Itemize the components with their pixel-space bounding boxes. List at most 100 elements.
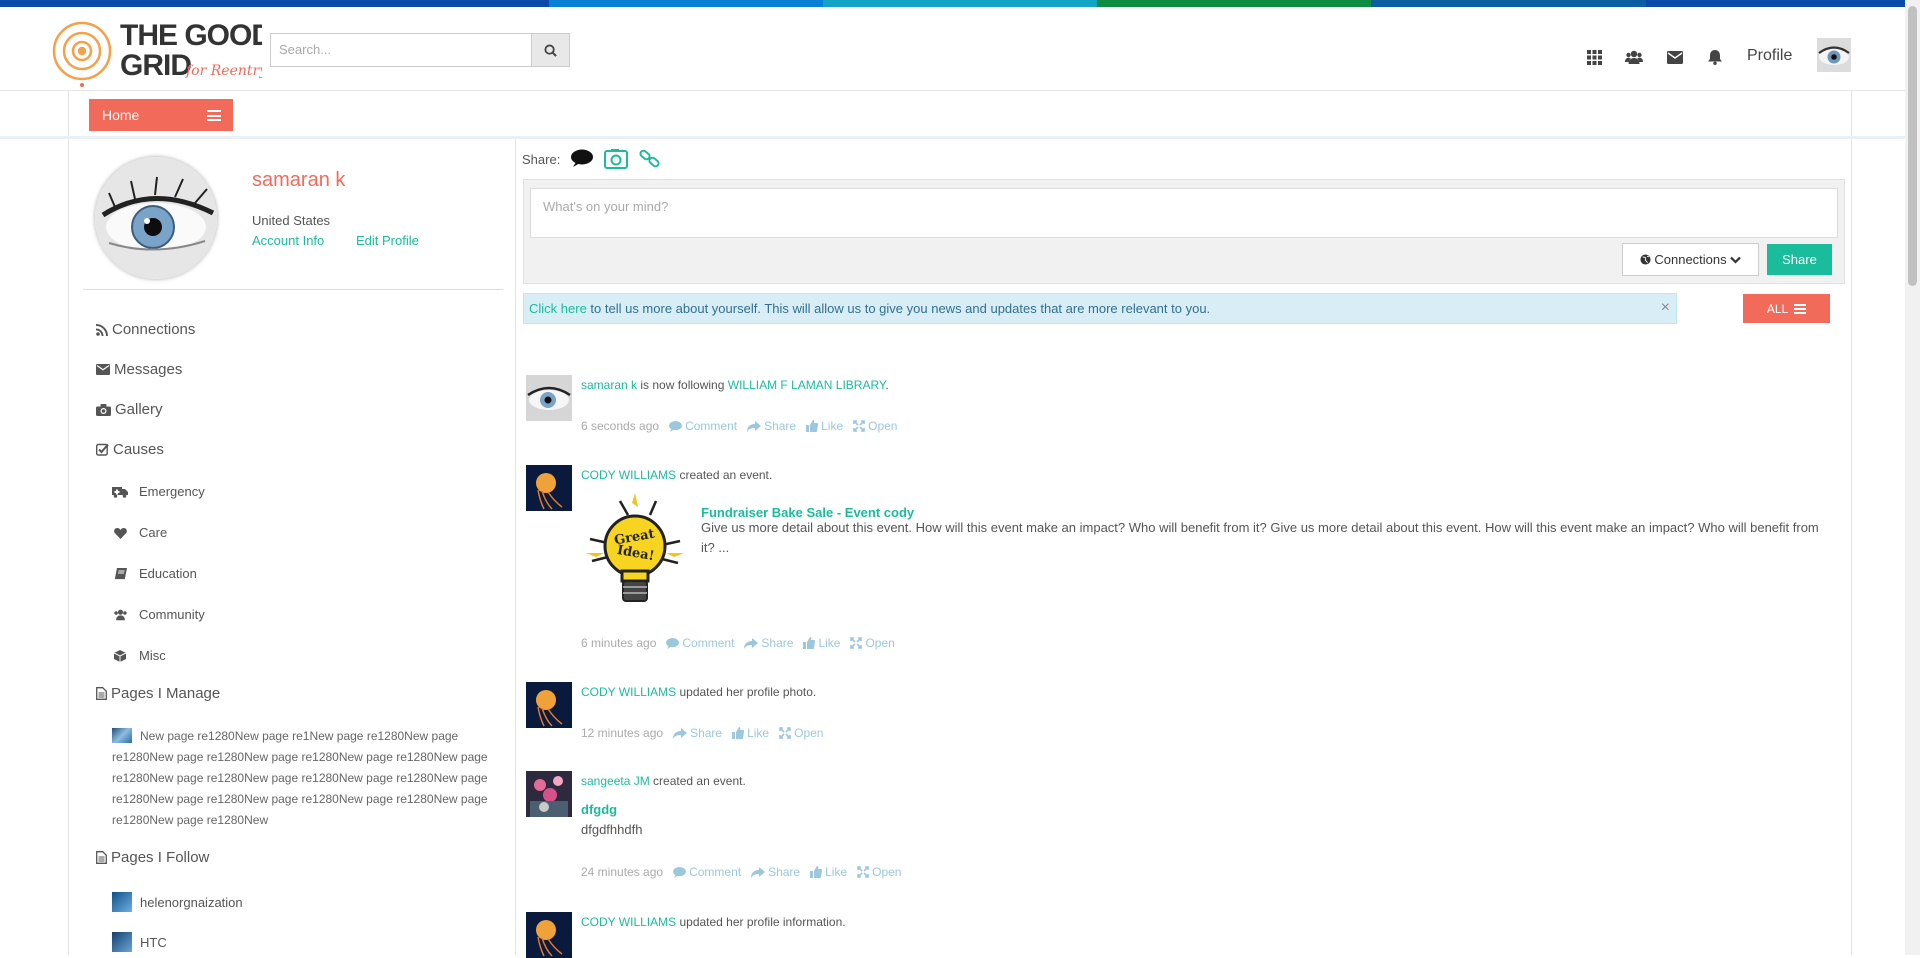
followed-page-item[interactable]: helenorgnaization (112, 892, 243, 912)
good-grid-logo[interactable]: THE GOOD GRID for Reentry (48, 15, 273, 89)
event-image[interactable]: Great Idea! (580, 491, 690, 613)
comment-icon (669, 420, 682, 432)
feed-avatar[interactable] (526, 465, 572, 511)
link-icon[interactable] (638, 149, 662, 169)
followed-page-label: HTC (140, 934, 167, 950)
cause-item-community[interactable]: Community (112, 607, 205, 622)
feed-filter-button[interactable]: ALL (1743, 294, 1830, 323)
close-icon[interactable]: × (1661, 299, 1670, 317)
open-action[interactable]: Open (850, 636, 895, 650)
comment-action[interactable]: Comment (669, 419, 737, 433)
profile-link[interactable]: Profile (1747, 47, 1792, 65)
open-action[interactable]: Open (857, 865, 901, 879)
feed-avatar[interactable] (526, 912, 572, 958)
home-menu-button[interactable]: Home (89, 99, 233, 131)
feed-avatar[interactable] (526, 682, 572, 728)
feed-verb: is now following (637, 378, 728, 392)
svg-text:for Reentry: for Reentry (185, 63, 262, 79)
feed-item-text: CODY WILLIAMS created an event. (581, 468, 772, 482)
action-label: Open (794, 726, 824, 740)
search-input[interactable]: Search... (270, 33, 531, 67)
bell-icon[interactable] (1705, 47, 1725, 67)
thumbs-up-icon (806, 420, 819, 432)
action-label: Comment (689, 865, 742, 879)
photo-icon[interactable] (604, 149, 629, 169)
like-action[interactable]: Like (803, 636, 840, 650)
profile-picture[interactable] (95, 157, 217, 279)
share-button[interactable]: Share (1767, 244, 1832, 275)
feed-verb: created an event. (649, 774, 746, 788)
share-icon (673, 727, 688, 739)
cause-label: Education (139, 566, 197, 581)
like-action[interactable]: Like (732, 726, 769, 740)
left-sidebar: samaran k United States Account Info Edi… (68, 139, 516, 955)
comment-action[interactable]: Comment (673, 865, 741, 879)
search-box: Search... (270, 33, 570, 67)
action-label: Share (764, 419, 797, 433)
sidebar-divider (83, 289, 503, 290)
comment-icon (666, 637, 680, 649)
feed-avatar[interactable] (526, 771, 572, 817)
profile-name[interactable]: samaran k (252, 169, 345, 192)
users-icon (112, 609, 128, 621)
cause-item-emergency[interactable]: Emergency (112, 484, 205, 499)
managed-pages-list[interactable]: New page re1280New page re1New page re12… (112, 726, 492, 831)
cause-item-misc[interactable]: Misc (112, 648, 166, 663)
apps-grid-icon[interactable] (1584, 47, 1604, 67)
feed-item-actions: 6 seconds ago Comment Share Like Open (581, 419, 897, 433)
event-description: Give us more detail about this event. Ho… (701, 520, 1819, 555)
like-action[interactable]: Like (810, 865, 847, 879)
top-color-bar (0, 0, 1920, 7)
edit-profile-link[interactable]: Edit Profile (356, 233, 419, 248)
action-label: Comment (685, 419, 738, 433)
book-icon (112, 567, 128, 580)
users-icon[interactable] (1624, 47, 1644, 67)
open-action[interactable]: Open (779, 726, 823, 740)
expand-icon (850, 637, 863, 649)
cause-item-education[interactable]: Education (112, 566, 197, 581)
sidebar-pages-follow[interactable]: Pages I Follow (96, 849, 209, 866)
envelope-icon[interactable] (1665, 47, 1685, 67)
like-action[interactable]: Like (806, 419, 843, 433)
account-info-link[interactable]: Account Info (252, 233, 324, 248)
sidebar-item-connections[interactable]: Connections (96, 321, 195, 338)
scrollbar-track[interactable] (1905, 0, 1920, 955)
actor-link[interactable]: CODY WILLIAMS (581, 915, 676, 929)
share-icon (744, 637, 759, 649)
sidebar-pages-manage[interactable]: Pages I Manage (96, 685, 220, 702)
event-title[interactable]: dfgdg (581, 802, 617, 817)
actor-link[interactable]: sangeeta JM (581, 774, 650, 788)
envelope-icon (96, 364, 110, 375)
audience-label: Connections (1654, 252, 1727, 267)
actor-link[interactable]: CODY WILLIAMS (581, 685, 676, 699)
open-action[interactable]: Open (853, 419, 897, 433)
action-label: Open (868, 419, 898, 433)
audience-dropdown[interactable]: Connections (1622, 243, 1759, 276)
header-avatar[interactable] (1817, 38, 1851, 72)
actor-link[interactable]: CODY WILLIAMS (581, 468, 676, 482)
search-icon (544, 43, 557, 57)
share-action[interactable]: Share (751, 865, 800, 879)
share-action[interactable]: Share (673, 726, 722, 740)
profile-country: United States (252, 213, 331, 228)
status-textarea[interactable]: What's on your mind? (530, 188, 1838, 238)
search-button[interactable] (531, 33, 570, 67)
sidebar-item-gallery[interactable]: Gallery (96, 401, 163, 418)
cause-label: Community (139, 607, 205, 622)
sidebar-item-causes[interactable]: Causes (96, 441, 164, 458)
share-icon (751, 866, 766, 878)
sidebar-item-messages[interactable]: Messages (96, 361, 182, 378)
file-icon (96, 687, 107, 700)
comment-action[interactable]: Comment (666, 636, 734, 650)
share-action[interactable]: Share (744, 636, 793, 650)
sidebar-item-label: Causes (113, 441, 164, 458)
feed-avatar[interactable] (526, 375, 572, 421)
click-here-link[interactable]: Click here (529, 301, 587, 316)
target-link[interactable]: WILLIAM F LAMAN LIBRARY (728, 378, 886, 392)
speech-bubble-icon[interactable] (570, 149, 594, 169)
share-action[interactable]: Share (747, 419, 796, 433)
actor-link[interactable]: samaran k (581, 378, 637, 392)
scrollbar-thumb[interactable] (1908, 6, 1917, 286)
followed-page-item[interactable]: HTC (112, 932, 167, 952)
cause-item-care[interactable]: Care (112, 525, 167, 540)
